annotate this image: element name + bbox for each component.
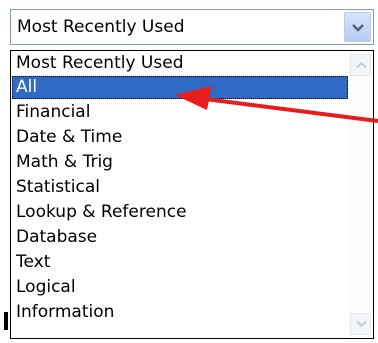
list-item-financial[interactable]: Financial xyxy=(12,101,348,124)
list-item-statistical[interactable]: Statistical xyxy=(12,176,348,199)
combo-selected-value: Most Recently Used xyxy=(17,17,185,37)
chevron-down-icon xyxy=(352,24,364,32)
function-category-dropdown: Most Recently Used Most Recently Used Al… xyxy=(0,0,378,343)
background-text-fragment xyxy=(4,312,8,330)
list-item-lookup-reference[interactable]: Lookup & Reference xyxy=(12,201,348,224)
category-combo-box[interactable]: Most Recently Used xyxy=(10,9,374,45)
list-item-most-recently-used[interactable]: Most Recently Used xyxy=(12,52,348,75)
list-item-logical[interactable]: Logical xyxy=(12,276,348,299)
scroll-up-button[interactable] xyxy=(350,54,371,76)
vertical-scrollbar[interactable] xyxy=(349,52,372,337)
list-item-date-time[interactable]: Date & Time xyxy=(12,126,348,149)
list-item-all[interactable]: All xyxy=(12,76,348,99)
scroll-down-arrow-icon xyxy=(356,320,367,328)
scroll-down-button[interactable] xyxy=(350,313,371,335)
list-item-information[interactable]: Information xyxy=(12,301,348,324)
list-item-database[interactable]: Database xyxy=(12,226,348,249)
list-item-math-trig[interactable]: Math & Trig xyxy=(12,151,348,174)
category-list[interactable]: Most Recently Used All Financial Date & … xyxy=(10,50,374,339)
list-item-text[interactable]: Text xyxy=(12,251,348,274)
dropdown-button[interactable] xyxy=(344,12,371,42)
scroll-up-arrow-icon xyxy=(356,61,367,69)
